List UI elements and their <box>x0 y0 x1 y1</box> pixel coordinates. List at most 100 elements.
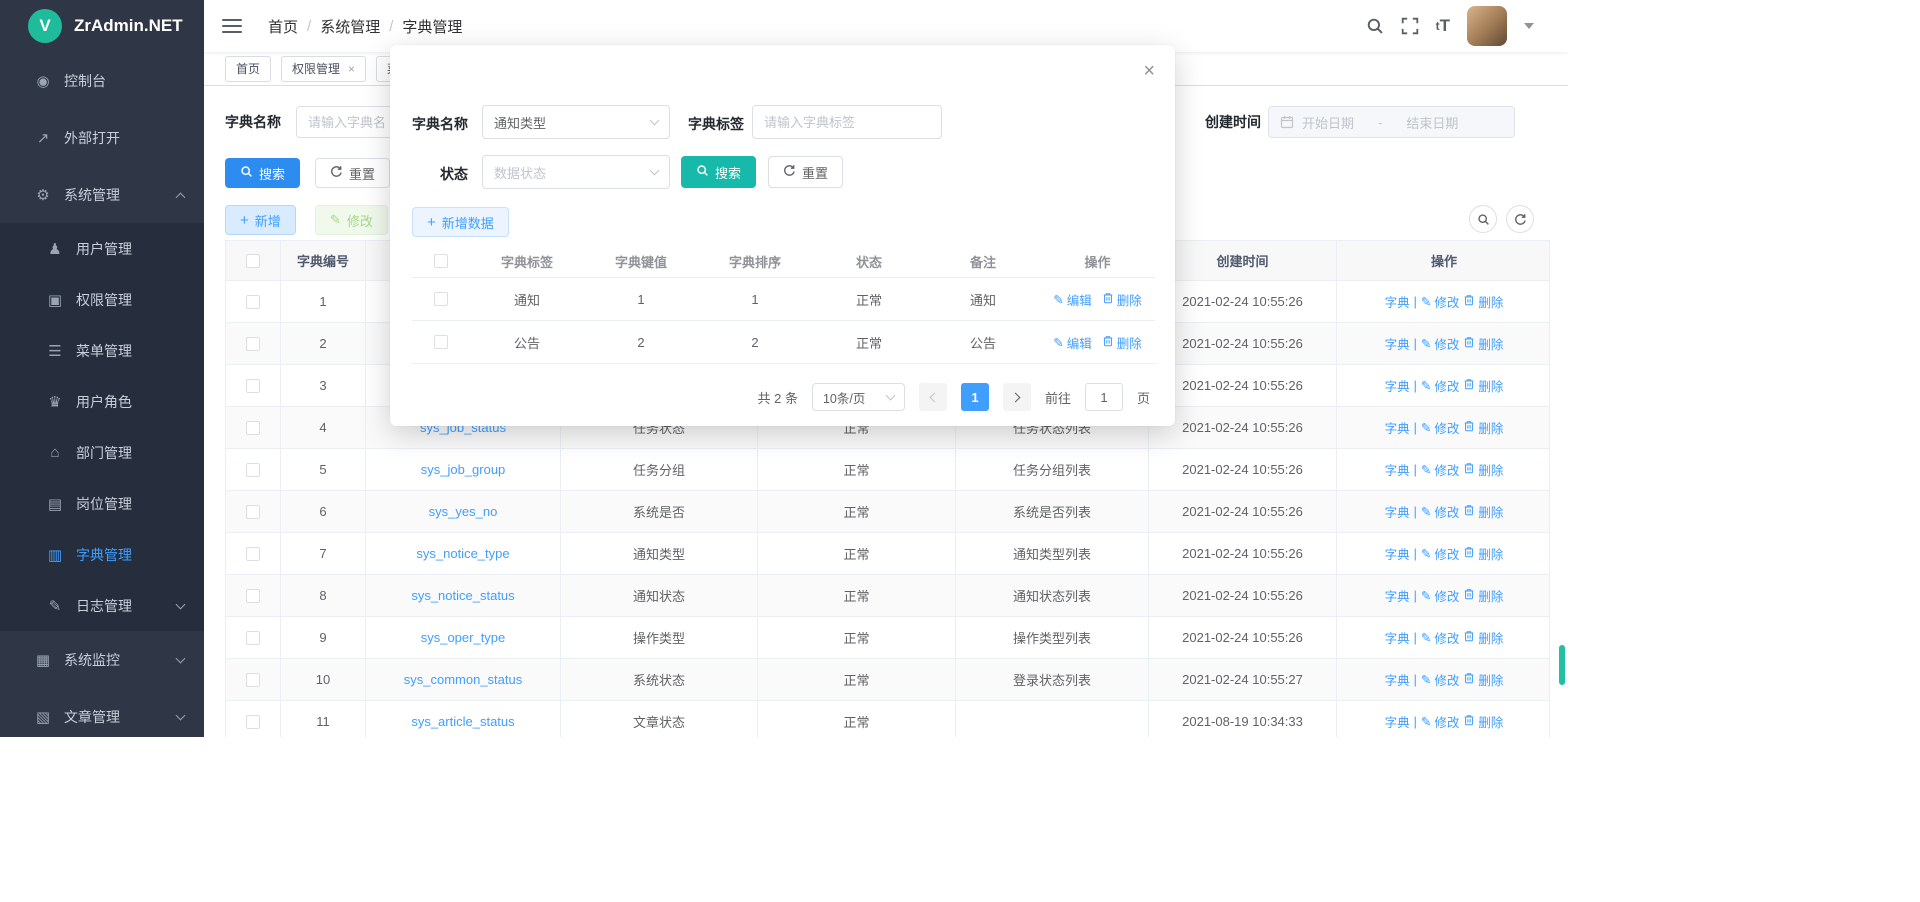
font-size-icon[interactable]: tT <box>1436 16 1450 36</box>
row-action-edit[interactable]: ✎编辑 <box>1053 333 1092 352</box>
row-action-edit[interactable]: ✎修改 <box>1421 376 1460 395</box>
scrollbar-thumb[interactable] <box>1559 645 1565 685</box>
fullscreen-icon[interactable] <box>1401 17 1419 35</box>
reset-button[interactable]: 重置 <box>315 158 390 188</box>
row-action-dict[interactable]: 字典 <box>1385 292 1410 311</box>
current-page-button[interactable]: 1 <box>961 383 989 411</box>
dialog-dict-label-input[interactable] <box>752 105 942 139</box>
row-action-dict[interactable]: 字典 <box>1385 670 1410 689</box>
row-checkbox[interactable] <box>434 335 448 349</box>
row-action-dict[interactable]: 字典 <box>1385 712 1410 731</box>
sidebar-item-external-link[interactable]: ↗外部打开 <box>0 109 204 166</box>
row-action-dict[interactable]: 字典 <box>1385 586 1410 605</box>
row-action-delete[interactable]: 删除 <box>1463 628 1503 647</box>
row-action-dict[interactable]: 字典 <box>1385 376 1410 395</box>
sidebar-toggle-icon[interactable] <box>222 19 242 33</box>
breadcrumb-item[interactable]: 系统管理 <box>320 16 380 37</box>
row-action-edit[interactable]: ✎修改 <box>1421 712 1460 731</box>
brand[interactable]: V ZrAdmin.NET <box>0 0 204 52</box>
row-action-edit[interactable]: ✎修改 <box>1421 586 1460 605</box>
sidebar-item-article[interactable]: ▧文章管理 <box>0 688 204 737</box>
row-action-delete[interactable]: 删除 <box>1102 333 1142 352</box>
row-checkbox[interactable] <box>246 421 260 435</box>
row-checkbox[interactable] <box>246 505 260 519</box>
row-action-delete[interactable]: 删除 <box>1463 544 1503 563</box>
dialog-add-data-button[interactable]: + 新增数据 <box>412 207 509 237</box>
row-checkbox[interactable] <box>246 463 260 477</box>
breadcrumb-item[interactable]: 字典管理 <box>402 16 462 37</box>
dict-type-link[interactable]: sys_job_group <box>421 462 506 477</box>
sidebar-item-user[interactable]: ♟用户管理 <box>0 223 204 274</box>
dialog-search-button[interactable]: 搜索 <box>681 156 756 188</box>
sidebar-item-menu-list[interactable]: ☰菜单管理 <box>0 325 204 376</box>
row-action-edit[interactable]: ✎编辑 <box>1053 290 1092 309</box>
sidebar-item-permission[interactable]: ▣权限管理 <box>0 274 204 325</box>
caret-down-icon[interactable] <box>1524 23 1534 29</box>
breadcrumb-item[interactable]: 首页 <box>268 16 298 37</box>
row-action-delete[interactable]: 删除 <box>1463 670 1503 689</box>
row-action-delete[interactable]: 删除 <box>1463 712 1503 731</box>
dict-type-link[interactable]: sys_notice_status <box>411 588 514 603</box>
row-action-delete[interactable]: 删除 <box>1463 502 1503 521</box>
row-checkbox[interactable] <box>246 673 260 687</box>
sidebar-item-gear[interactable]: ⚙系统管理 <box>0 166 204 223</box>
select-all-checkbox[interactable] <box>434 254 448 268</box>
row-action-delete[interactable]: 删除 <box>1463 460 1503 479</box>
page-size-select[interactable]: 10条/页 <box>812 383 905 411</box>
sidebar-item-dictionary[interactable]: ▥字典管理 <box>0 529 204 580</box>
row-action-delete[interactable]: 删除 <box>1463 418 1503 437</box>
table-refresh-button[interactable] <box>1506 205 1534 233</box>
prev-page-button[interactable] <box>919 383 947 411</box>
row-action-dict[interactable]: 字典 <box>1385 628 1410 647</box>
tab-首页[interactable]: 首页 <box>225 56 271 82</box>
sidebar-item-user-role[interactable]: ♛用户角色 <box>0 376 204 427</box>
dialog-status-select[interactable]: 数据状态 <box>482 155 670 189</box>
close-icon[interactable]: × <box>1143 61 1155 81</box>
row-action-dict[interactable]: 字典 <box>1385 460 1410 479</box>
row-checkbox[interactable] <box>246 589 260 603</box>
sidebar-item-monitor[interactable]: ▦系统监控 <box>0 631 204 688</box>
row-action-delete[interactable]: 删除 <box>1463 376 1503 395</box>
dict-type-link[interactable]: sys_yes_no <box>429 504 498 519</box>
row-action-edit[interactable]: ✎修改 <box>1421 460 1460 479</box>
row-action-edit[interactable]: ✎修改 <box>1421 418 1460 437</box>
dict-type-link[interactable]: sys_common_status <box>404 672 523 687</box>
goto-page-input[interactable] <box>1085 383 1123 411</box>
add-button[interactable]: + 新增 <box>225 205 296 235</box>
row-action-dict[interactable]: 字典 <box>1385 418 1410 437</box>
next-page-button[interactable] <box>1003 383 1031 411</box>
row-checkbox[interactable] <box>246 547 260 561</box>
row-checkbox[interactable] <box>246 337 260 351</box>
row-action-dict[interactable]: 字典 <box>1385 334 1410 353</box>
edit-button[interactable]: ✎ 修改 <box>315 205 388 235</box>
row-checkbox[interactable] <box>246 631 260 645</box>
row-action-edit[interactable]: ✎修改 <box>1421 292 1460 311</box>
close-tab-icon[interactable]: × <box>348 63 355 75</box>
row-action-edit[interactable]: ✎修改 <box>1421 544 1460 563</box>
tab-权限管理[interactable]: 权限管理× <box>281 56 366 82</box>
row-action-edit[interactable]: ✎修改 <box>1421 628 1460 647</box>
dict-type-link[interactable]: sys_oper_type <box>421 630 506 645</box>
row-action-dict[interactable]: 字典 <box>1385 502 1410 521</box>
dialog-reset-button[interactable]: 重置 <box>768 156 843 188</box>
row-checkbox[interactable] <box>246 295 260 309</box>
row-action-edit[interactable]: ✎修改 <box>1421 670 1460 689</box>
search-button[interactable]: 搜索 <box>225 158 300 188</box>
sidebar-item-dashboard[interactable]: ◉控制台 <box>0 52 204 109</box>
row-action-delete[interactable]: 删除 <box>1463 334 1503 353</box>
search-icon[interactable] <box>1366 17 1384 35</box>
row-action-delete[interactable]: 删除 <box>1102 290 1142 309</box>
row-checkbox[interactable] <box>246 715 260 729</box>
table-search-button[interactable] <box>1469 205 1497 233</box>
row-action-delete[interactable]: 删除 <box>1463 292 1503 311</box>
row-checkbox[interactable] <box>246 379 260 393</box>
row-checkbox[interactable] <box>434 292 448 306</box>
row-action-edit[interactable]: ✎修改 <box>1421 334 1460 353</box>
row-action-delete[interactable]: 删除 <box>1463 586 1503 605</box>
created-date-range-picker[interactable]: 开始日期 - 结束日期 <box>1268 106 1515 138</box>
dict-type-link[interactable]: sys_notice_type <box>416 546 509 561</box>
sidebar-item-log[interactable]: ✎日志管理 <box>0 580 204 631</box>
sidebar-item-department[interactable]: ⌂部门管理 <box>0 427 204 478</box>
avatar[interactable] <box>1467 6 1507 46</box>
row-action-edit[interactable]: ✎修改 <box>1421 502 1460 521</box>
